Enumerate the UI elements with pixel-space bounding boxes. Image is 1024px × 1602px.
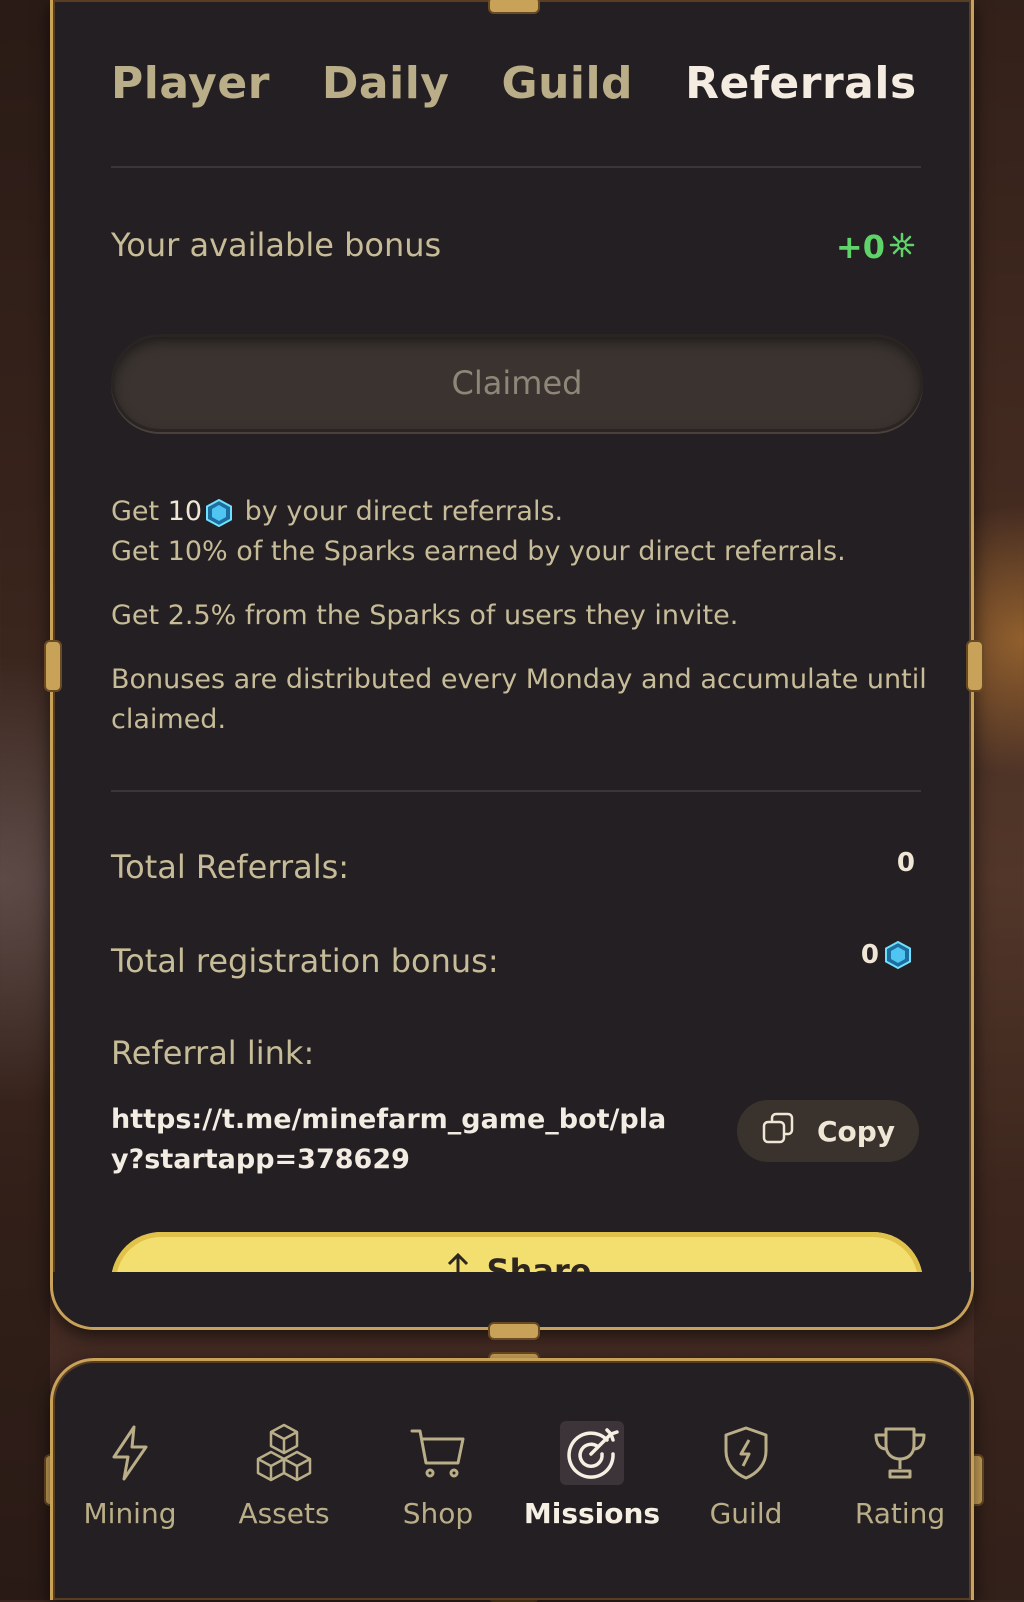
tab-bar: Player Daily Guild Referrals <box>111 58 917 109</box>
chain-ornament <box>966 640 984 692</box>
tab-guild[interactable]: Guild <box>501 58 633 109</box>
target-icon <box>560 1421 624 1485</box>
nav-shop[interactable]: Shop <box>361 1421 515 1530</box>
referral-info-line-1: Get 10 by your direct referrals. <box>111 492 931 532</box>
nav-mining[interactable]: Mining <box>53 1421 207 1530</box>
divider <box>111 790 921 792</box>
chain-ornament <box>488 0 540 14</box>
nav-guild[interactable]: Guild <box>669 1421 823 1530</box>
registration-bonus-value: 0 <box>861 940 915 970</box>
trophy-icon <box>868 1421 932 1485</box>
divider <box>111 166 921 168</box>
copy-button[interactable]: Copy <box>737 1100 919 1162</box>
referral-info-line-4: Bonuses are distributed every Monday and… <box>111 664 927 735</box>
nav-label: Mining <box>83 1497 177 1530</box>
nav-rating[interactable]: Rating <box>823 1421 977 1530</box>
tab-referrals[interactable]: Referrals <box>685 58 917 109</box>
referrals-panel: Player Daily Guild Referrals Your availa… <box>50 0 974 1330</box>
total-referrals-label: Total Referrals: <box>111 848 350 886</box>
gem-icon <box>885 940 911 970</box>
background-beam <box>0 0 50 1600</box>
nav-label: Assets <box>238 1497 330 1530</box>
copy-label: Copy <box>816 1114 896 1148</box>
info-prefix: Get <box>111 496 160 527</box>
referral-link-label: Referral link: <box>111 1034 315 1072</box>
registration-bonus-label: Total registration bonus: <box>111 942 499 980</box>
nav-label: Rating <box>854 1497 946 1530</box>
lightning-icon <box>98 1421 162 1485</box>
registration-bonus-amount: 0 <box>860 940 879 970</box>
bottom-navigation: Mining Assets Shop Missions Guild Rating <box>50 1358 974 1600</box>
referral-info-line-2: Get 10% of the Sparks earned by your dir… <box>111 536 846 567</box>
background-beam <box>974 0 1024 1600</box>
shield-icon <box>714 1421 778 1485</box>
nav-label: Missions <box>523 1497 661 1530</box>
nav-label: Shop <box>402 1497 474 1530</box>
referral-info-line-3: Get 2.5% from the Sparks of users they i… <box>111 600 739 631</box>
info-suffix: by your direct referrals. <box>244 496 564 527</box>
nav-label: Guild <box>709 1497 783 1530</box>
gem-icon <box>206 498 233 527</box>
nav-missions[interactable]: Missions <box>515 1421 669 1530</box>
available-bonus-label: Your available bonus <box>111 226 442 264</box>
cart-icon <box>406 1421 470 1485</box>
nav-bar: Mining Assets Shop Missions Guild Rating <box>53 1421 977 1530</box>
nav-assets[interactable]: Assets <box>207 1421 361 1530</box>
claimed-button[interactable]: Claimed <box>111 334 923 432</box>
chain-ornament <box>44 640 62 692</box>
info-amount: 10 <box>167 496 203 527</box>
total-referrals-value: 0 <box>896 848 915 878</box>
tab-daily[interactable]: Daily <box>322 58 450 109</box>
copy-icon <box>761 1111 795 1152</box>
bonus-amount: +0 <box>835 228 885 266</box>
referral-link[interactable]: https://t.me/minefarm_game_bot/play?star… <box>111 1100 671 1180</box>
spark-icon <box>889 228 915 266</box>
available-bonus-value: +0 <box>836 228 915 266</box>
chain-ornament <box>488 1322 540 1340</box>
cubes-icon <box>252 1421 316 1485</box>
tab-player[interactable]: Player <box>111 58 270 109</box>
